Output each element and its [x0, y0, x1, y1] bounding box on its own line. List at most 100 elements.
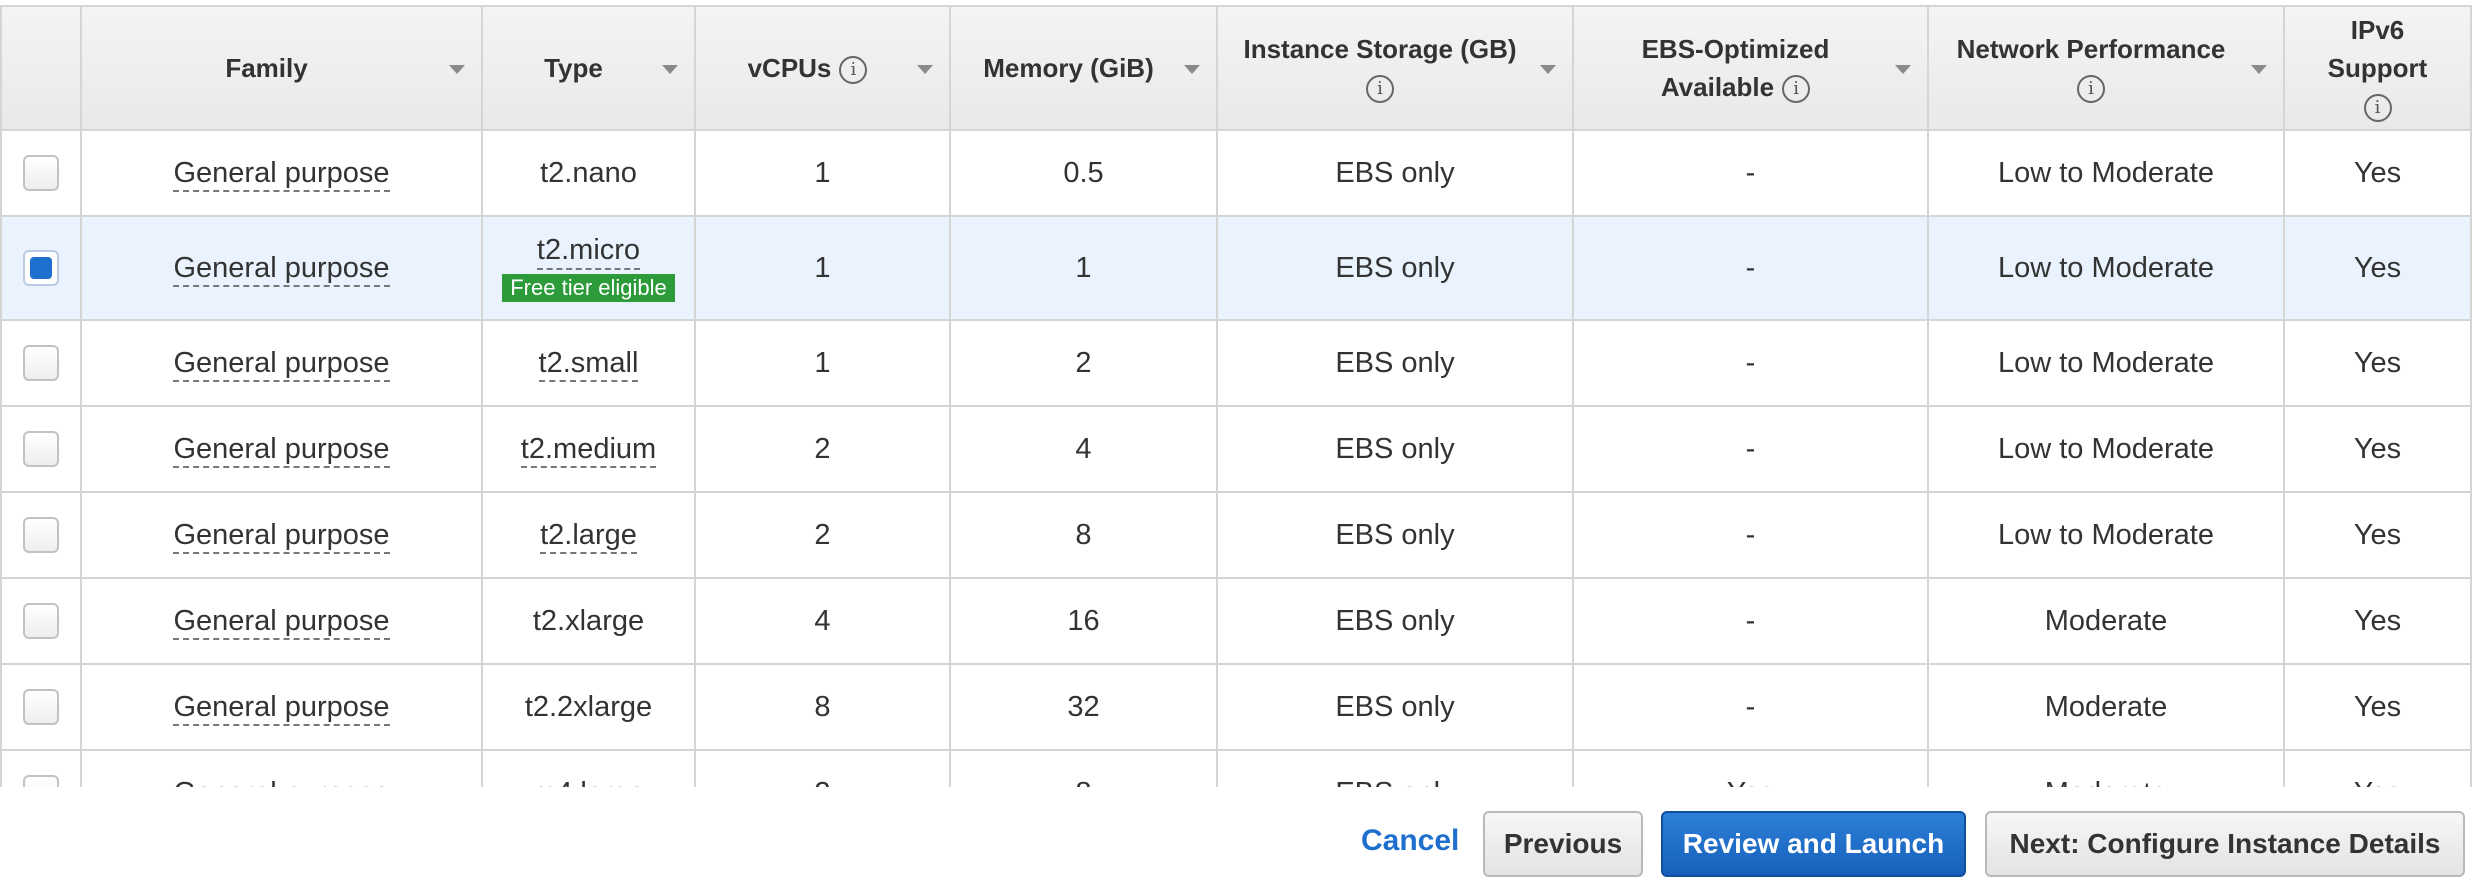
sort-caret-icon[interactable] [1184, 65, 1200, 74]
storage-cell: EBS only [1216, 129, 1574, 217]
family-value[interactable]: General purpose [173, 346, 390, 382]
table-row[interactable]: General purpose t2.large 2 8 EBS only - … [0, 491, 2472, 579]
storage-cell: EBS only [1216, 749, 1574, 787]
type-value[interactable]: t2.micro [536, 234, 641, 270]
ebs-optimized-column-header[interactable]: EBS-Optimized Available i [1572, 5, 1929, 131]
info-icon[interactable]: i [2076, 75, 2105, 104]
family-value[interactable]: General purpose [173, 432, 390, 468]
row-checkbox[interactable] [23, 431, 59, 467]
info-icon[interactable]: i [2363, 94, 2392, 123]
family-cell: General purpose [80, 491, 483, 579]
info-icon[interactable]: i [839, 56, 868, 85]
type-cell: t2.medium [481, 405, 696, 493]
next-configure-instance-details-button[interactable]: Next: Configure Instance Details [1985, 811, 2465, 877]
sort-caret-icon[interactable] [1540, 65, 1556, 74]
ebs-cell: - [1572, 663, 1929, 751]
table-row[interactable]: General purpose t2.nano 1 0.5 EBS only -… [0, 129, 2472, 217]
row-checkbox[interactable] [23, 603, 59, 639]
type-cell: t2.micro Free tier eligible [481, 215, 696, 321]
info-icon[interactable]: i [1366, 75, 1394, 104]
select-cell[interactable] [0, 491, 82, 579]
sort-caret-icon[interactable] [917, 65, 933, 74]
family-cell: General purpose [80, 577, 483, 665]
family-value[interactable]: General purpose [173, 690, 390, 726]
network-column-header[interactable]: Network Performance i [1927, 5, 2285, 131]
vcpus-column-header[interactable]: vCPUs i [694, 5, 951, 131]
row-checkbox[interactable] [23, 155, 59, 191]
type-value: t2.xlarge [532, 604, 645, 637]
table-row[interactable]: General purpose t2.medium 2 4 EBS only -… [0, 405, 2472, 493]
row-checkbox[interactable] [23, 345, 59, 381]
vcpus-cell: 1 [694, 215, 951, 321]
vcpus-cell: 4 [694, 577, 951, 665]
vcpus-cell: 2 [694, 405, 951, 493]
sort-caret-icon[interactable] [449, 65, 465, 74]
storage-column-header[interactable]: Instance Storage (GB) i [1216, 5, 1574, 131]
type-value[interactable]: m4.large [532, 776, 645, 787]
ipv6-cell: Yes [2283, 319, 2472, 407]
family-value[interactable]: General purpose [173, 518, 390, 554]
row-checkbox-checked[interactable] [23, 250, 59, 286]
vcpus-cell: 1 [694, 319, 951, 407]
network-cell: Moderate [1927, 749, 2285, 787]
ipv6-cell: Yes [2283, 405, 2472, 493]
ipv6-cell: Yes [2283, 577, 2472, 665]
row-checkbox[interactable] [23, 775, 59, 787]
family-cell: General purpose [80, 749, 483, 787]
storage-cell: EBS only [1216, 405, 1574, 493]
family-cell: General purpose [80, 405, 483, 493]
table-row[interactable]: General purpose m4.large 2 8 EBS only Ye… [0, 749, 2472, 787]
table-row-selected[interactable]: General purpose t2.micro Free tier eligi… [0, 215, 2472, 321]
select-cell[interactable] [0, 663, 82, 751]
family-value[interactable]: General purpose [173, 156, 390, 192]
family-value[interactable]: General purpose [173, 251, 390, 287]
ebs-cell: - [1572, 491, 1929, 579]
info-icon[interactable]: i [1782, 75, 1811, 104]
ebs-header-label-line1: EBS-Optimized [1641, 34, 1830, 64]
select-cell[interactable] [0, 749, 82, 787]
select-cell[interactable] [0, 405, 82, 493]
type-value[interactable]: t2.medium [520, 432, 657, 468]
review-and-launch-button[interactable]: Review and Launch [1661, 811, 1966, 877]
memory-column-header[interactable]: Memory (GiB) [949, 5, 1218, 131]
table-row[interactable]: General purpose t2.xlarge 4 16 EBS only … [0, 577, 2472, 665]
select-cell[interactable] [0, 577, 82, 665]
vcpus-cell: 1 [694, 129, 951, 217]
ipv6-column-header[interactable]: IPv6 Support i [2283, 5, 2472, 131]
instance-type-table-container: Family Type vCPUs i Memory (GiB) Instance… [0, 0, 2474, 787]
select-cell[interactable] [0, 215, 82, 321]
sort-caret-icon[interactable] [1895, 65, 1911, 74]
type-value[interactable]: t2.large [540, 518, 637, 554]
family-column-header[interactable]: Family [80, 5, 483, 131]
vcpus-cell: 8 [694, 663, 951, 751]
ipv6-cell: Yes [2283, 491, 2472, 579]
vcpus-cell: 2 [694, 491, 951, 579]
type-value[interactable]: t2.small [538, 346, 639, 382]
previous-button[interactable]: Previous [1483, 811, 1643, 877]
ebs-cell: - [1572, 215, 1929, 321]
type-cell: t2.large [481, 491, 696, 579]
family-value[interactable]: General purpose [173, 776, 390, 787]
select-cell[interactable] [0, 319, 82, 407]
sort-caret-icon[interactable] [662, 65, 678, 74]
ipv6-cell: Yes [2283, 663, 2472, 751]
family-value[interactable]: General purpose [173, 604, 390, 640]
sort-caret-icon[interactable] [2251, 65, 2267, 74]
family-cell: General purpose [80, 663, 483, 751]
type-column-header[interactable]: Type [481, 5, 696, 131]
type-cell: t2.small [481, 319, 696, 407]
network-cell: Low to Moderate [1927, 129, 2285, 217]
row-checkbox[interactable] [23, 689, 59, 725]
select-cell[interactable] [0, 129, 82, 217]
family-cell: General purpose [80, 319, 483, 407]
family-cell: General purpose [80, 215, 483, 321]
table-row[interactable]: General purpose t2.small 1 2 EBS only - … [0, 319, 2472, 407]
network-cell: Moderate [1927, 663, 2285, 751]
ipv6-header-label-line1: IPv6 [2350, 15, 2405, 45]
network-cell: Low to Moderate [1927, 491, 2285, 579]
row-checkbox[interactable] [23, 517, 59, 553]
table-row[interactable]: General purpose t2.2xlarge 8 32 EBS only… [0, 663, 2472, 751]
storage-cell: EBS only [1216, 663, 1574, 751]
ebs-cell: - [1572, 129, 1929, 217]
cancel-link[interactable]: Cancel [1361, 824, 1459, 858]
